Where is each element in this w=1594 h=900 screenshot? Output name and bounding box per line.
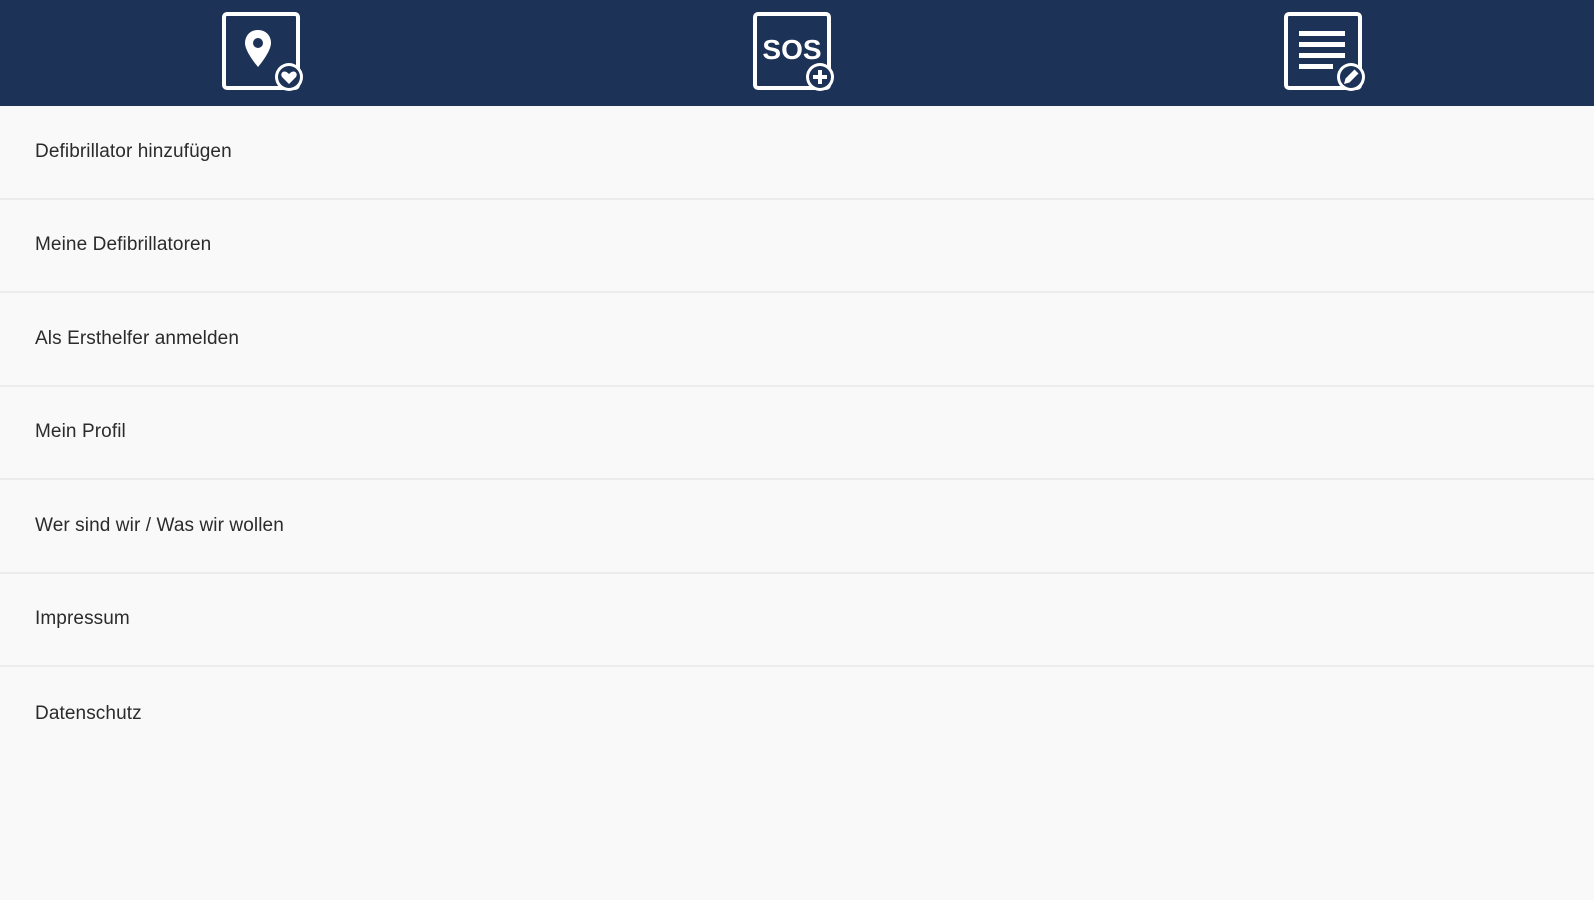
menu-item-my-profile[interactable]: Mein Profil [0, 386, 1594, 480]
menu-item-label: Als Ersthelfer anmelden [35, 327, 240, 349]
menu-item-label: Mein Profil [35, 421, 126, 443]
document-edit-icon [1284, 12, 1365, 91]
tab-menu-list[interactable] [1062, 0, 1594, 106]
tab-sos-emergency[interactable]: SOS [531, 0, 1062, 106]
sos-plus-icon: SOS [752, 12, 834, 91]
menu-item-imprint[interactable]: Impressum [0, 573, 1594, 667]
menu-item-label: Datenschutz [35, 702, 142, 724]
menu-item-label: Impressum [35, 608, 130, 630]
sos-icon-text: SOS [762, 34, 821, 65]
menu-item-label: Meine Defibrillatoren [35, 234, 212, 256]
top-navigation-bar: SOS [0, 0, 1594, 106]
main-menu-list: Defibrillator hinzufügen Meine Defibrill… [0, 106, 1594, 761]
menu-item-add-defibrillator[interactable]: Defibrillator hinzufügen [0, 106, 1594, 200]
menu-item-register-first-responder[interactable]: Als Ersthelfer anmelden [0, 293, 1594, 387]
menu-item-privacy[interactable]: Datenschutz [0, 667, 1594, 761]
menu-item-my-defibrillators[interactable]: Meine Defibrillatoren [0, 199, 1594, 293]
menu-item-label: Defibrillator hinzufügen [35, 140, 232, 162]
tab-defibrillator-map[interactable] [0, 0, 531, 106]
menu-item-about-us[interactable]: Wer sind wir / Was wir wollen [0, 480, 1594, 574]
map-pin-heart-icon [221, 12, 303, 91]
menu-item-label: Wer sind wir / Was wir wollen [35, 514, 284, 536]
